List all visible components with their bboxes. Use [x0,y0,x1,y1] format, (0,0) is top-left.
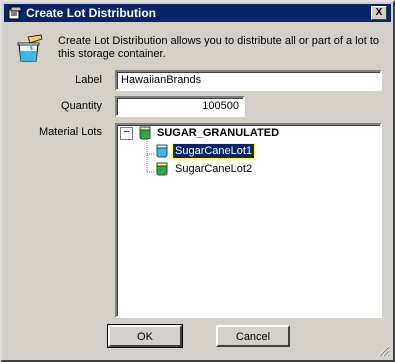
tree-item-lot[interactable]: SugarCaneLot2 [175,162,252,176]
window-title: Create Lot Distribution [26,6,157,20]
resize-grip-icon[interactable] [378,345,390,357]
description-text: Create Lot Distribution allows you to di… [58,35,379,60]
material-lot-icon [139,126,151,140]
collapse-toggle[interactable]: − [120,127,133,140]
label-caption: Label [75,74,102,86]
material-lots-caption: Material Lots [39,126,102,138]
tree-item-lot[interactable]: SugarCaneLot1 [171,143,256,159]
material-lots-tree[interactable]: − SUGAR_GRANULATED SugarCaneLot1 SugarCa… [115,123,382,318]
tree-root-label[interactable]: SUGAR_GRANULATED [157,126,279,140]
window-app-icon [8,6,22,20]
title-bar[interactable]: Create Lot Distribution X [4,4,391,22]
ok-button[interactable]: OK [107,324,183,348]
material-lot-icon [156,144,168,158]
cancel-button[interactable]: Cancel [216,325,290,347]
beaker-pour-icon [17,34,43,62]
material-lot-icon [156,162,168,176]
close-icon: X [375,7,383,18]
quantity-input[interactable]: 100500 [115,96,245,117]
close-button[interactable]: X [371,6,387,20]
quantity-caption: Quantity [61,100,102,112]
dialog-window: Create Lot Distribution X Create Lot Dis… [0,0,395,362]
label-input[interactable]: HawaiianBrands [115,70,382,91]
